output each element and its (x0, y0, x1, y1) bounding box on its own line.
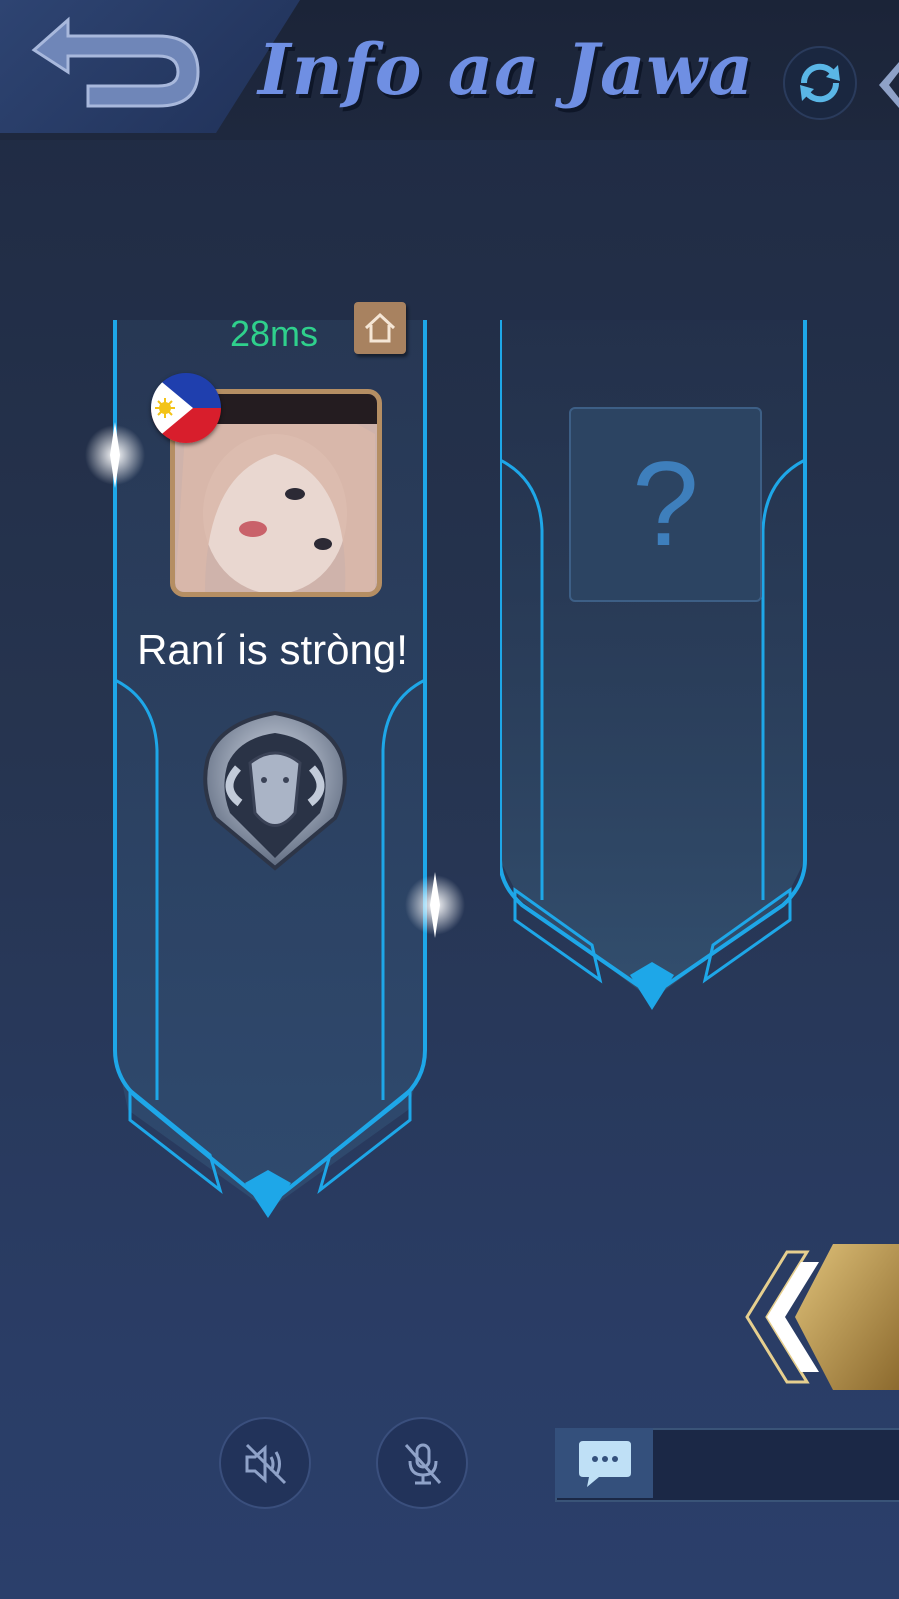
ram-rank-emblem-icon (203, 710, 347, 871)
question-mark-icon: ? (632, 437, 699, 571)
mic-toggle-button[interactable] (376, 1417, 468, 1509)
mic-muted-icon (404, 1443, 442, 1485)
latency-label: 28ms (230, 313, 319, 354)
refresh-icon (800, 63, 840, 103)
page-title: Info aa Jawa (258, 28, 754, 111)
ready-button[interactable] (745, 1242, 899, 1392)
back-arrow-icon (31, 16, 200, 108)
home-icon (364, 312, 396, 343)
chat-bubble-icon (579, 1441, 631, 1487)
speaker-toggle-button[interactable] (219, 1417, 311, 1509)
refresh-button[interactable] (783, 46, 857, 120)
speaker-muted-icon (245, 1443, 287, 1485)
next-chevron-icon[interactable] (877, 60, 899, 110)
philippines-flag-icon (151, 373, 221, 443)
player-name: Raní is stròng! (137, 626, 408, 673)
home-button[interactable] (354, 302, 406, 354)
empty-slot-placeholder[interactable]: ? (569, 407, 762, 602)
chat-bar (555, 1428, 899, 1502)
chat-button[interactable] (555, 1428, 653, 1498)
